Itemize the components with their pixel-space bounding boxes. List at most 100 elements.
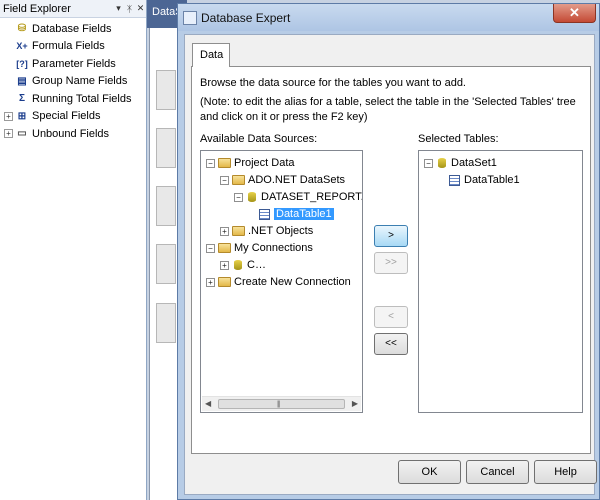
note-text: (Note: to edit the alias for a table, se… — [200, 96, 576, 123]
add-all-tables-button[interactable]: >> — [374, 252, 408, 274]
collapse-icon[interactable]: − — [206, 243, 215, 253]
sigma-icon: Σ — [18, 93, 25, 105]
tree-item-label: Database Fields — [32, 22, 112, 35]
folder-icon — [218, 243, 231, 253]
dialog-title: Database Expert — [201, 10, 291, 25]
cancel-button[interactable]: Cancel — [466, 460, 529, 484]
tree-item-label: Special Fields — [32, 110, 101, 123]
group-icon: ▤ — [17, 75, 27, 87]
expand-icon[interactable]: + — [220, 226, 229, 236]
tree-item-special-fields[interactable]: + ⊞ Special Fields — [0, 108, 146, 126]
selected-tables-label: Selected Tables: — [418, 133, 499, 145]
tree-node-label: DataTable1 — [464, 174, 520, 186]
expand-icon[interactable]: + — [4, 111, 13, 121]
add-table-button[interactable]: > — [374, 225, 408, 247]
dropdown-icon[interactable]: ▾ — [113, 3, 124, 14]
folder-icon — [232, 175, 245, 185]
tree-node-label: ADO.NET DataSets — [248, 174, 345, 186]
report-canvas — [149, 28, 179, 500]
close-button[interactable]: ✕ — [553, 4, 596, 23]
expand-icon[interactable]: + — [4, 129, 13, 139]
tree-item-label: Group Name Fields — [32, 75, 128, 88]
tree-node-net-objects[interactable]: + .NET Objects — [220, 223, 313, 239]
report-section — [156, 70, 176, 110]
available-sources-label: Available Data Sources: — [200, 133, 318, 145]
report-section — [156, 244, 176, 284]
field-tree: ⛁ Database Fields X+ Formula Fields [?] … — [0, 18, 146, 143]
field-explorer-title: Field Explorer — [3, 2, 71, 15]
tree-node-label: .NET Objects — [248, 225, 314, 237]
app-icon — [183, 10, 197, 25]
tree-item-database-fields[interactable]: ⛁ Database Fields — [0, 20, 146, 38]
remove-table-button[interactable]: < — [374, 306, 408, 328]
remove-all-tables-button[interactable]: << — [374, 333, 408, 355]
table-icon — [259, 208, 270, 220]
report-section — [156, 303, 176, 343]
scroll-right-icon[interactable]: ▶ — [352, 399, 358, 408]
database-expert-dialog: Database Expert ✕ Data Browse the data s… — [177, 3, 600, 500]
collapse-icon[interactable]: − — [424, 158, 433, 168]
tree-node-dataset1[interactable]: − DataSet1 — [424, 155, 497, 171]
database-icon: ⛁ — [17, 23, 27, 35]
tree-item-label: Unbound Fields — [32, 127, 110, 140]
tab-page-data: Browse the data source for the tables yo… — [191, 66, 591, 454]
folder-icon — [218, 277, 231, 287]
expand-icon[interactable]: + — [206, 277, 215, 287]
tree-node-label: DATASET_REPORT.DataSet — [261, 191, 362, 203]
tree-node-label: DataSet1 — [451, 157, 497, 169]
parameter-icon: [?] — [16, 58, 28, 69]
tree-item-unbound-fields[interactable]: + ▭ Unbound Fields — [0, 125, 146, 143]
tree-node-create-new-connection[interactable]: + Create New Connection — [206, 274, 351, 290]
report-section — [156, 128, 176, 168]
help-button[interactable]: Help — [534, 460, 597, 484]
folder-icon — [232, 226, 245, 236]
collapse-icon[interactable]: − — [206, 158, 215, 168]
description-text: Browse the data source for the tables yo… — [200, 77, 466, 89]
tree-node-label: Project Data — [234, 157, 295, 169]
formula-icon: X+ — [16, 41, 28, 52]
close-icon[interactable]: ✕ — [135, 3, 146, 14]
selected-tables-tree[interactable]: − DataSet1 DataTable1 — [418, 150, 583, 413]
tree-node-label: DataTable1 — [274, 208, 334, 220]
pin-icon[interactable]: ᛡ — [124, 4, 135, 14]
tree-item-label: Parameter Fields — [32, 57, 116, 70]
field-explorer-panel: Field Explorer ▾ ᛡ ✕ ⛁ Database Fields X… — [0, 0, 147, 500]
dialog-body: Data Browse the data source for the tabl… — [184, 34, 597, 495]
tree-node-selected-datatable1[interactable]: DataTable1 — [449, 172, 520, 188]
collapse-icon[interactable]: − — [234, 192, 243, 202]
unbound-icon: ▭ — [17, 128, 27, 140]
tab-data[interactable]: Data — [192, 43, 230, 67]
tree-node-label: C… — [247, 259, 266, 271]
special-icon: ⊞ — [17, 110, 27, 122]
tree-node-dataset-report[interactable]: − DATASET_REPORT.DataSet — [234, 189, 362, 205]
dataset-icon — [232, 259, 244, 271]
report-section — [156, 186, 176, 226]
tree-item-group-name-fields[interactable]: ▤ Group Name Fields — [0, 73, 146, 91]
tree-item-running-total-fields[interactable]: Σ Running Total Fields — [0, 90, 146, 108]
tree-node-label: My Connections — [234, 242, 313, 254]
tree-item-label: Running Total Fields — [32, 92, 132, 105]
collapse-icon[interactable]: − — [220, 175, 229, 185]
available-sources-tree[interactable]: − Project Data − ADO.NET DataSets − DATA… — [200, 150, 363, 413]
field-explorer-title-bar: Field Explorer ▾ ᛡ ✕ — [0, 0, 146, 18]
scroll-left-icon[interactable]: ◀ — [205, 399, 211, 408]
grip-icon: ||| — [277, 401, 281, 408]
dialog-title-bar[interactable]: Database Expert ✕ — [178, 4, 599, 31]
dataset-icon — [246, 191, 258, 203]
ok-button[interactable]: OK — [398, 460, 461, 484]
tree-node-my-connections[interactable]: − My Connections — [206, 240, 313, 256]
tree-item-label: Formula Fields — [32, 40, 105, 53]
tree-node-datatable1[interactable]: DataTable1 — [259, 206, 334, 222]
horizontal-scrollbar[interactable]: ◀ ||| ▶ — [202, 396, 361, 411]
folder-icon — [218, 158, 231, 168]
tree-item-formula-fields[interactable]: X+ Formula Fields — [0, 38, 146, 56]
tree-node-ado-datasets[interactable]: − ADO.NET DataSets — [220, 172, 345, 188]
tree-node-label: Create New Connection — [234, 276, 351, 288]
expand-icon[interactable]: + — [220, 260, 229, 270]
tree-node-connection[interactable]: + C… — [220, 257, 266, 273]
table-icon — [449, 174, 460, 186]
scroll-thumb[interactable]: ||| — [218, 399, 345, 409]
tree-item-parameter-fields[interactable]: [?] Parameter Fields — [0, 55, 146, 73]
tree-node-project-data[interactable]: − Project Data — [206, 155, 295, 171]
dataset-icon — [436, 157, 448, 169]
